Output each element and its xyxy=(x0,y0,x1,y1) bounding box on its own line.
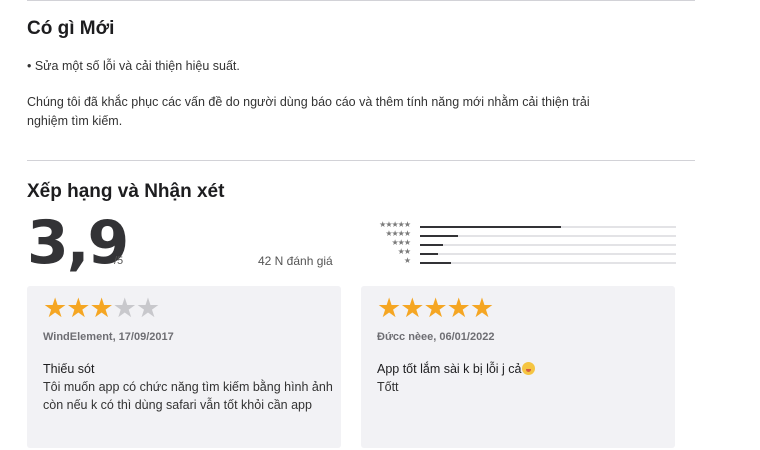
review-title-text: App tốt lắm sài k bị lỗi j cả xyxy=(377,362,522,376)
section-divider xyxy=(27,160,695,161)
histogram-track xyxy=(420,253,676,255)
ratings-count: 42 N đánh giá xyxy=(258,254,333,268)
review-card[interactable]: ★★★★★ WindElement, 17/09/2017 Thiếu sót … xyxy=(27,286,341,448)
whats-new-paragraph-line1: Chúng tôi đã khắc phục các vấn đề do ngư… xyxy=(27,95,590,109)
histogram-bar-5 xyxy=(420,226,561,228)
top-divider xyxy=(27,0,695,1)
star-icon: ★ xyxy=(135,293,160,324)
histogram-stars-3: ★★★ xyxy=(391,238,410,247)
histogram-stars-1: ★ xyxy=(403,256,411,265)
whats-new-bullet: • Sửa một số lỗi và cải thiện hiệu suất. xyxy=(27,59,240,73)
star-icon: ★ xyxy=(377,293,401,324)
average-rating-score: 3,9 xyxy=(27,208,129,278)
histogram-track xyxy=(420,244,676,246)
star-icon: ★ xyxy=(112,293,137,324)
histogram-stars-2: ★★ xyxy=(397,247,411,256)
star-icon: ★ xyxy=(423,293,447,324)
whats-new-paragraph-line2: nghiệm tìm kiếm. xyxy=(27,114,123,128)
star-icon: ★ xyxy=(469,293,494,324)
histogram-bar-4 xyxy=(420,235,459,237)
review-title: Thiếu sót xyxy=(43,362,95,376)
ratings-title: Xếp hạng và Nhận xét xyxy=(27,181,225,202)
histogram-bar-2 xyxy=(420,253,438,255)
histogram-row-1: ★ xyxy=(360,256,680,267)
star-icon: ★ xyxy=(89,293,113,324)
review-star-rating: ★★★★★ xyxy=(43,293,160,324)
whats-new-paragraph: Chúng tôi đã khắc phục các vấn đề do ngư… xyxy=(27,93,667,131)
star-icon: ★ xyxy=(400,293,424,324)
review-body: Tôi muốn app có chức năng tìm kiếm bằng … xyxy=(43,380,333,412)
star-icon: ★ xyxy=(446,293,471,324)
face-savoring-food-emoji-icon xyxy=(521,362,535,375)
rating-out-of: /5 xyxy=(114,255,124,267)
review-author-date: WindElement, 17/09/2017 xyxy=(43,331,174,343)
histogram-track xyxy=(420,262,676,264)
review-card[interactable]: ★★★★★ Đứcc nèee, 06/01/2022 App tốt lắm … xyxy=(361,286,675,448)
whats-new-title: Có gì Mới xyxy=(27,18,115,39)
star-icon: ★ xyxy=(66,293,90,324)
histogram-stars-5: ★★★★★ xyxy=(379,220,411,229)
histogram-bar-3 xyxy=(420,244,444,246)
star-icon: ★ xyxy=(43,293,67,324)
histogram-track xyxy=(420,226,676,228)
histogram-stars-4: ★★★★ xyxy=(385,229,411,238)
review-title: App tốt lắm sài k bị lỗi j cả xyxy=(377,362,535,376)
histogram-bar-1 xyxy=(420,262,451,264)
review-author-date: Đứcc nèee, 06/01/2022 xyxy=(377,331,495,343)
histogram-track xyxy=(420,235,676,237)
review-star-rating: ★★★★★ xyxy=(377,293,494,324)
review-body: Tốtt xyxy=(377,380,399,394)
